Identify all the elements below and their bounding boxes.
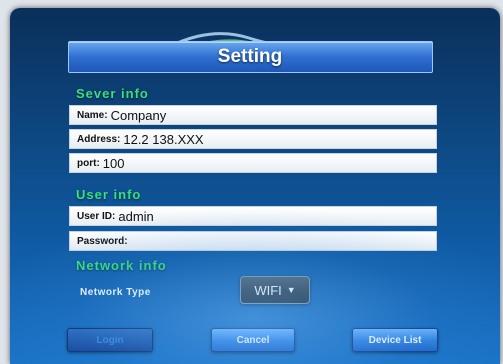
network-type-label: Network Type xyxy=(80,287,151,298)
port-field[interactable]: port: 100 xyxy=(69,153,437,173)
user-id-value: admin xyxy=(118,208,154,224)
name-field[interactable]: Name: Company xyxy=(69,105,437,125)
user-id-label: User ID: xyxy=(77,210,116,222)
cancel-button[interactable]: Cancel xyxy=(211,328,295,352)
name-label: Name: xyxy=(77,109,108,121)
user-id-field[interactable]: User ID: admin xyxy=(69,206,437,226)
address-value: 12.2 138.XXX xyxy=(123,131,204,147)
settings-screen: Setting Sever info Name: Company Address… xyxy=(10,8,500,364)
page-title: Setting xyxy=(217,46,283,67)
triangle-down-icon: ▼ xyxy=(286,285,296,295)
login-button[interactable]: Login xyxy=(67,328,153,352)
network-type-value: WIFI xyxy=(254,282,282,298)
port-label: port: xyxy=(77,157,100,169)
address-label: Address: xyxy=(77,133,121,145)
network-info-title: Network info xyxy=(76,258,167,273)
password-label: Password: xyxy=(77,235,128,247)
address-field[interactable]: Address: 12.2 138.XXX xyxy=(69,129,437,149)
user-info-title: User info xyxy=(76,187,142,202)
name-value: Company xyxy=(110,107,167,123)
password-field[interactable]: Password: xyxy=(69,231,437,251)
device-list-button[interactable]: Device List xyxy=(352,328,438,352)
server-info-title: Sever info xyxy=(76,86,149,101)
port-value: 100 xyxy=(102,155,125,171)
network-type-dropdown[interactable]: WIFI ▼ xyxy=(240,276,310,304)
